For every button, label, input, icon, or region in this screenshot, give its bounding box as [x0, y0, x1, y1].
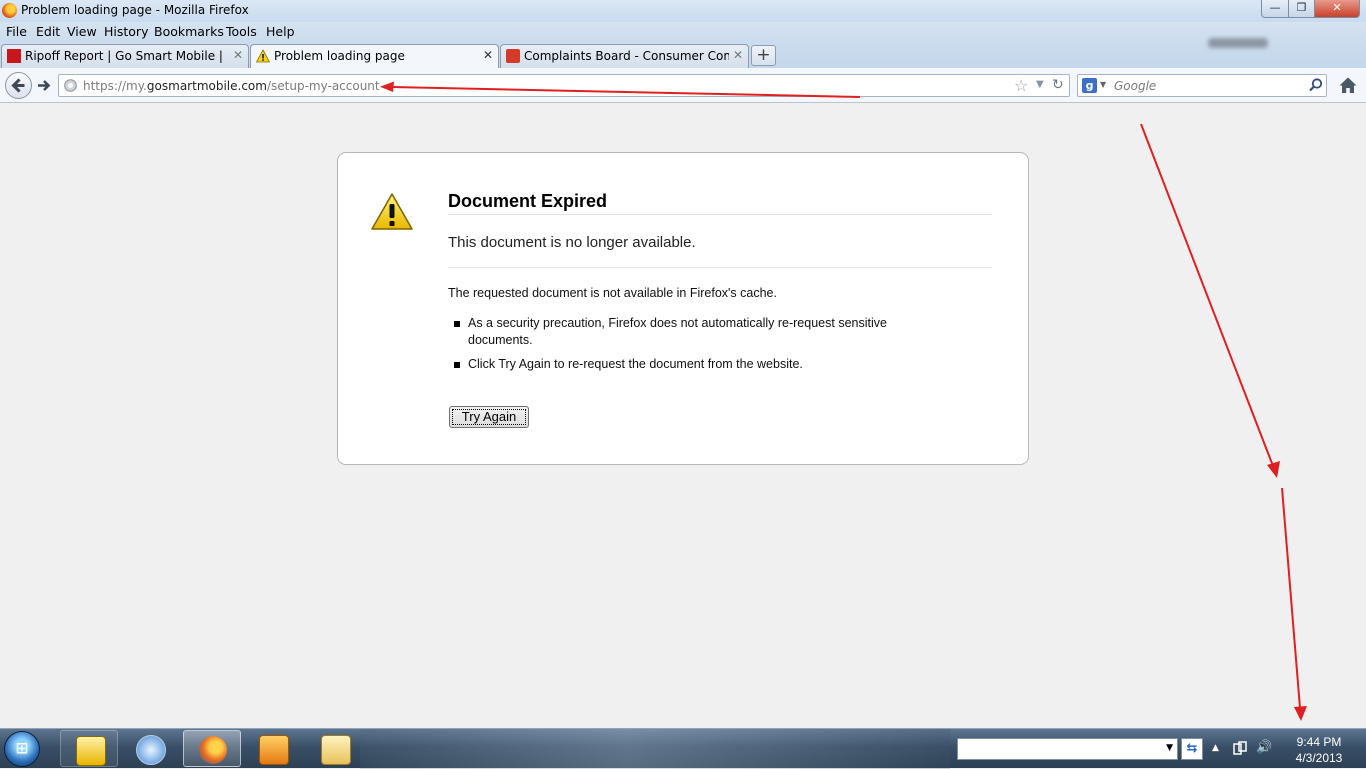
error-bullet-2: Click Try Again to re-request the docume… [468, 357, 803, 371]
close-window-button[interactable]: ✕ [1314, 0, 1360, 18]
reload-icon[interactable]: ↻ [1052, 77, 1064, 93]
error-container: Document Expired This document is no lon… [337, 152, 1029, 465]
firefox-logo-icon [2, 3, 17, 18]
tab-close-icon[interactable]: ✕ [733, 48, 743, 62]
url-prefix: https://my. [83, 79, 147, 93]
explorer-icon [321, 735, 351, 765]
bookmark-star-icon[interactable]: ☆ [1014, 76, 1028, 95]
new-tab-button[interactable]: + [751, 45, 776, 66]
minimize-button[interactable]: — [1261, 0, 1289, 18]
tab-label: Problem loading page [274, 49, 405, 63]
forward-button[interactable] [34, 76, 54, 95]
error-title: Document Expired [448, 191, 608, 211]
error-bullet-1: As a security precaution, Firefox does n… [468, 316, 887, 347]
try-again-button[interactable]: Try Again [449, 406, 529, 428]
clock-date: 4/3/2013 [1295, 751, 1343, 765]
system-clock[interactable]: 9:44 PM 4/3/2013 [1284, 734, 1354, 766]
close-icon: ✕ [1332, 1, 1342, 14]
warning-icon [371, 193, 413, 230]
tab-label: Complaints Board - Consumer Comp... [524, 49, 729, 63]
page-content: Document Expired This document is no lon… [0, 103, 1366, 728]
minimize-icon: — [1269, 1, 1281, 14]
blurred-username [1208, 38, 1268, 48]
search-bar[interactable]: g ▼ Google [1077, 74, 1327, 97]
taskbar-safari[interactable] [121, 730, 179, 767]
tab-complaints-board[interactable]: Complaints Board - Consumer Comp... ✕ [500, 44, 749, 68]
safari-icon [136, 735, 166, 765]
restore-icon: ❐ [1296, 1, 1307, 14]
bullet-marker [454, 362, 460, 368]
back-arrow-icon [11, 78, 25, 93]
menu-view[interactable]: View [67, 24, 97, 39]
complaints-board-favicon [506, 49, 520, 63]
tab-ripoff-report[interactable]: Ripoff Report | Go Smart Mobile | Co... … [1, 44, 249, 68]
taskbar-explorer[interactable] [306, 730, 364, 767]
show-hidden-icons[interactable]: ▲ [1212, 743, 1219, 753]
back-button[interactable] [5, 72, 32, 99]
windows-logo-icon: ⊞ [15, 739, 29, 757]
chevron-down-icon[interactable]: ▼ [1166, 743, 1173, 753]
tab-close-icon[interactable]: ✕ [483, 48, 493, 62]
url-path: /setup-my-account [266, 79, 380, 93]
taskbar-address-box[interactable]: ▼ [957, 738, 1178, 760]
start-button[interactable]: ⊞ [4, 731, 40, 767]
navigation-bar: https://my.gosmartmobile.com/setup-my-ac… [0, 68, 1366, 103]
divider [448, 214, 992, 215]
history-dropdown-icon[interactable]: ▼ [1036, 79, 1044, 90]
search-icon[interactable] [1308, 77, 1324, 93]
bullet-marker [454, 321, 460, 327]
taskbar-outlook[interactable] [60, 730, 118, 767]
menu-bookmarks[interactable]: Bookmarks [154, 24, 224, 39]
error-subtitle: This document is no longer available. [448, 234, 696, 251]
outlook-icon [76, 736, 106, 766]
ripoff-report-favicon [7, 49, 21, 63]
menu-history[interactable]: History [104, 24, 148, 39]
taskbar: ⊞ ▼ ⇆ ▲ 🔊 9:44 PM 4/3/2013 [0, 728, 1366, 769]
search-placeholder: Google [1114, 79, 1157, 93]
taskbar-media-player[interactable] [244, 730, 302, 767]
title-bar: Problem loading page - Mozilla Firefox —… [0, 0, 1366, 22]
tab-strip: Ripoff Report | Go Smart Mobile | Co... … [0, 42, 1366, 69]
tab-problem-loading[interactable]: Problem loading page ✕ [250, 44, 499, 69]
engine-dropdown-icon[interactable]: ▼ [1100, 80, 1106, 89]
network-icon[interactable] [1233, 741, 1247, 759]
window-title: Problem loading page - Mozilla Firefox [21, 3, 249, 17]
taskbar-firefox[interactable] [183, 730, 241, 767]
url-domain: gosmartmobile.com [146, 79, 267, 93]
media-player-icon [259, 735, 289, 765]
tab-label: Ripoff Report | Go Smart Mobile | Co... [25, 49, 225, 63]
volume-icon[interactable]: 🔊 [1256, 740, 1272, 755]
globe-icon [64, 79, 77, 92]
error-description: The requested document is not available … [448, 286, 777, 300]
menu-file[interactable]: File [6, 24, 27, 39]
firefox-icon [199, 736, 227, 764]
url-text: https://my.gosmartmobile.com/setup-my-ac… [83, 79, 380, 93]
url-bar[interactable]: https://my.gosmartmobile.com/setup-my-ac… [58, 74, 1070, 97]
menu-bar: File Edit View History Bookmarks Tools H… [0, 22, 1366, 42]
warning-icon [256, 49, 270, 63]
clock-time: 9:44 PM [1296, 735, 1342, 749]
tab-close-icon[interactable]: ✕ [233, 48, 243, 62]
menu-tools[interactable]: Tools [226, 24, 257, 39]
taskbar-background [360, 729, 950, 769]
google-engine-icon[interactable]: g [1082, 78, 1097, 93]
maximize-button[interactable]: ❐ [1288, 0, 1315, 18]
menu-edit[interactable]: Edit [36, 24, 60, 39]
swap-button[interactable]: ⇆ [1181, 738, 1203, 760]
divider [448, 267, 992, 268]
menu-help[interactable]: Help [266, 24, 295, 39]
home-icon[interactable] [1338, 76, 1358, 94]
